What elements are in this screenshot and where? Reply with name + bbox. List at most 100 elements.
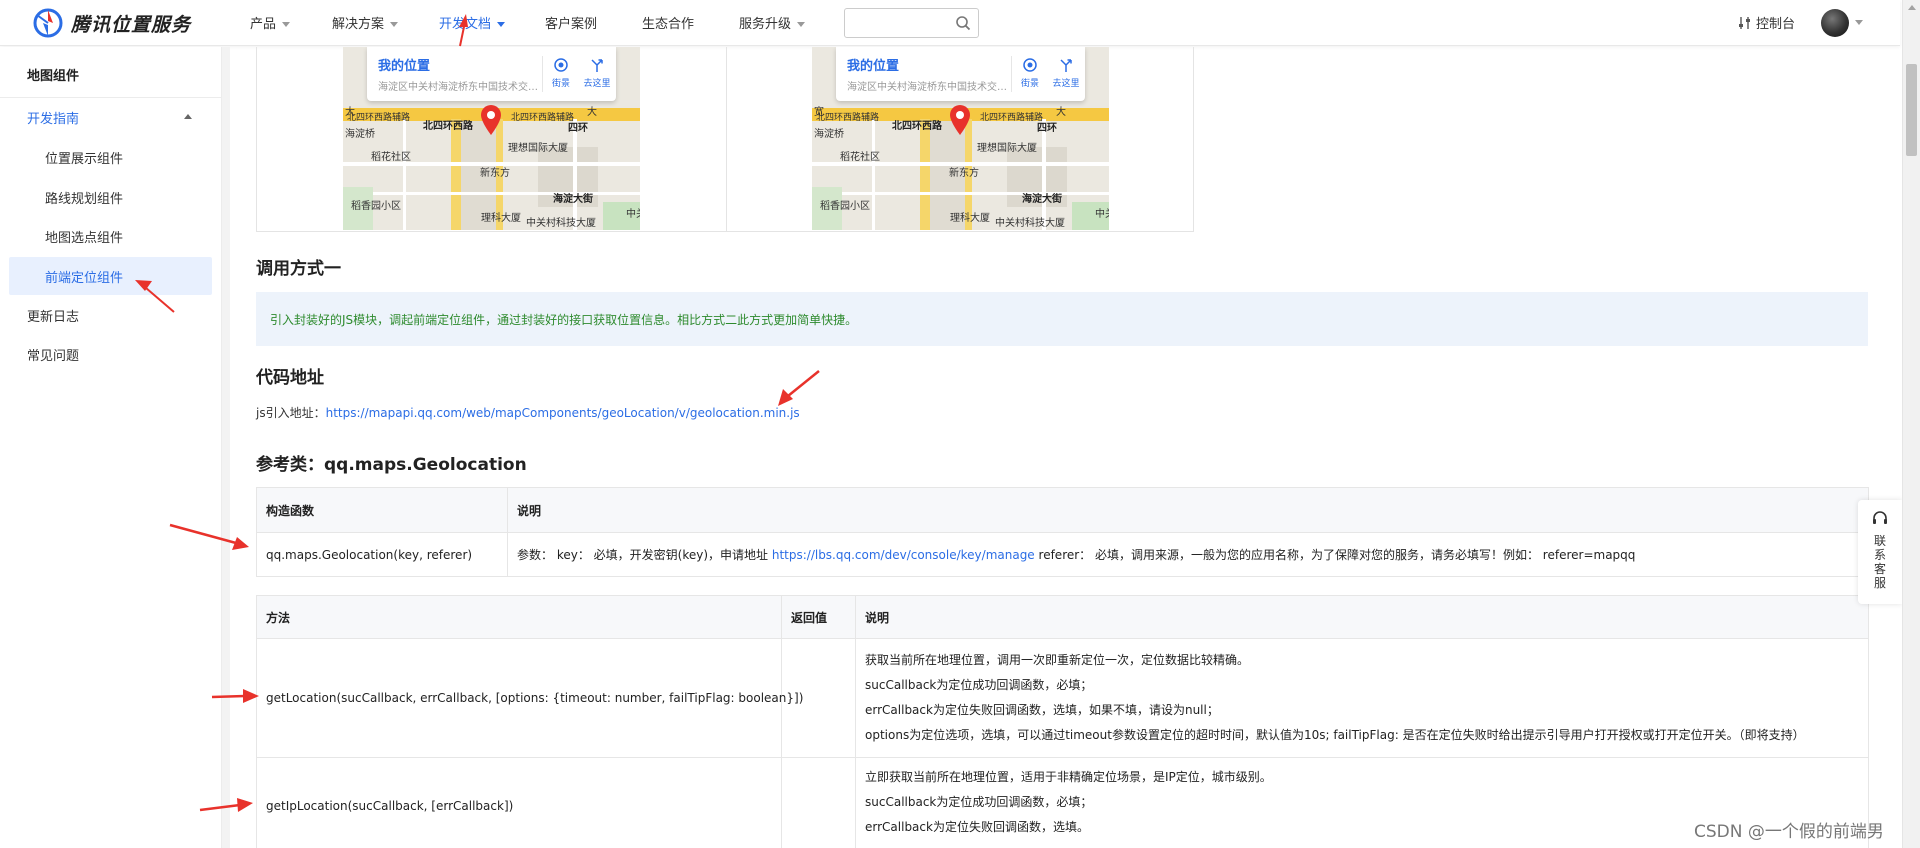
- sidebar-group-dev-guide[interactable]: 开发指南: [27, 108, 197, 127]
- brand-logo[interactable]: 腾讯位置服务: [32, 7, 191, 39]
- description-cell: 参数： key： 必填，开发密钥(key)，申请地址 https://lbs.q…: [507, 532, 1869, 577]
- sidebar-item-faq[interactable]: 常见问题: [27, 345, 79, 364]
- route-icon: [1060, 59, 1072, 72]
- page-scrollbar[interactable]: [1902, 0, 1920, 848]
- map-label: 海淀桥: [814, 129, 844, 140]
- desc-line: errCallback为定位失败回调函数，选填，如果不填，请设为null；: [865, 703, 1219, 717]
- console-link[interactable]: 控制台: [1738, 13, 1795, 32]
- sidebar-item-map-picker[interactable]: 地图选点组件: [45, 227, 123, 246]
- go-here-button[interactable]: 去这里: [1050, 57, 1082, 89]
- table-header-row: 构造函数 说明: [256, 487, 1869, 533]
- street-view-button[interactable]: 街景: [545, 57, 577, 89]
- method-cell: getIpLocation(sucCallback, [errCallback]…: [256, 757, 782, 848]
- button-label: 去这里: [583, 79, 611, 89]
- sliders-icon: [1739, 16, 1750, 29]
- search-box[interactable]: [844, 8, 979, 38]
- nav-label: 产品: [250, 17, 277, 32]
- button-label: 街景: [551, 79, 570, 89]
- methods-table: 方法 返回值 说明 getLocation(sucCallback, errCa…: [256, 595, 1869, 848]
- js-url-link[interactable]: https://mapapi.qq.com/web/mapComponents/…: [326, 406, 800, 420]
- nav-products[interactable]: 产品: [250, 13, 291, 32]
- button-label: 去这里: [1052, 79, 1080, 89]
- card-address: 海淀区中关村海淀桥东中国技术交易大厦: [847, 82, 1007, 93]
- column-header: 说明: [507, 487, 1869, 533]
- column-header: 返回值: [781, 595, 856, 639]
- desc-line: 获取当前所在地理位置，调用一次即重新定位一次，定位数据比较精确。: [865, 653, 1250, 667]
- map-label: 稻香园小区: [351, 201, 401, 212]
- map-label: 四环: [568, 123, 588, 134]
- section-heading-reference-class: 参考类：qq.maps.Geolocation: [256, 455, 527, 475]
- divider: [542, 56, 543, 92]
- csdn-watermark: CSDN @一个假的前端男: [1694, 822, 1884, 842]
- customer-service-widget[interactable]: 联系客服: [1858, 500, 1902, 604]
- button-label: 街景: [1020, 79, 1039, 89]
- map-label: 海淀大街: [1022, 194, 1062, 205]
- nav-dev-docs[interactable]: 开发文档: [439, 13, 506, 32]
- chevron-up-icon: [184, 114, 192, 119]
- divider: [1011, 56, 1012, 92]
- info-notice: 引入封装好的JS模块，调起前端定位组件，通过封装好的接口获取位置信息。相比方式二…: [256, 292, 1868, 346]
- map-label: 理科大厦: [481, 213, 521, 224]
- table-row: getLocation(sucCallback, errCallback, [o…: [256, 638, 1869, 758]
- map-label: 稻花社区: [371, 152, 411, 163]
- desc-text: referer： 必填，调用来源，一般为您的应用名称，为了保障对您的服务，请务必…: [1038, 548, 1636, 562]
- go-here-button[interactable]: 去这里: [581, 57, 613, 89]
- nav-label: 解决方案: [332, 17, 385, 32]
- target-icon: [1023, 58, 1037, 72]
- column-header: 说明: [855, 595, 1869, 639]
- brand-name: 腾讯位置服务: [71, 13, 192, 36]
- compass-logo-icon: [33, 8, 63, 38]
- headset-icon: [1873, 511, 1887, 524]
- service-label: 联系客服: [1873, 534, 1886, 590]
- map-label: 新东方: [480, 168, 510, 179]
- method-cell: getLocation(sucCallback, errCallback, [o…: [256, 638, 803, 758]
- map-label: 大: [1056, 107, 1066, 118]
- sidebar-item-location-display[interactable]: 位置展示组件: [45, 148, 123, 167]
- search-input[interactable]: [853, 9, 953, 37]
- desc-line: sucCallback为定位成功回调函数，必填；: [865, 795, 1093, 809]
- map-label: 中关村科技大厦: [995, 218, 1065, 229]
- nav-label: 服务升级: [739, 17, 792, 32]
- chevron-down-icon: [797, 22, 806, 27]
- map-screenshot: 我的位置 海淀区中关村海淀桥东中国技术交易大厦 街景 去这里 大 大 北四环西路…: [343, 47, 640, 230]
- nav-solutions[interactable]: 解决方案: [332, 13, 399, 32]
- card-title: 我的位置: [847, 59, 900, 74]
- location-card: 我的位置 海淀区中关村海淀桥东中国技术交易大厦 街景 去这里: [836, 47, 1085, 101]
- map-label: 海淀大街: [553, 194, 593, 205]
- constructor-cell: qq.maps.Geolocation(key, referer): [256, 532, 508, 577]
- return-cell: [781, 757, 856, 848]
- nav-label: 开发文档: [439, 17, 492, 32]
- sidebar-group-label: 开发指南: [27, 112, 80, 127]
- sidebar-item-route-planning[interactable]: 路线规划组件: [45, 188, 123, 207]
- map-label: 中关村科技大厦: [526, 218, 596, 229]
- scrollbar-thumb[interactable]: [1906, 64, 1917, 156]
- nav-ecosystem[interactable]: 生态合作: [642, 13, 694, 32]
- map-label: 理想国际大厦: [977, 143, 1037, 154]
- search-icon[interactable]: [955, 15, 971, 31]
- main-content: 我的位置 海淀区中关村海淀桥东中国技术交易大厦 街景 去这里 大 大 北四环西路…: [256, 47, 1869, 848]
- key-manage-link[interactable]: https://lbs.qq.com/dev/console/key/manag…: [772, 548, 1035, 562]
- sidebar-item-changelog[interactable]: 更新日志: [27, 306, 79, 325]
- chevron-down-icon: [390, 22, 399, 27]
- map-label: 北四环西路: [423, 121, 473, 132]
- description-cell: 获取当前所在地理位置，调用一次即重新定位一次，定位数据比较精确。 sucCall…: [855, 638, 1869, 758]
- user-avatar[interactable]: [1821, 9, 1849, 37]
- chevron-down-icon[interactable]: [1855, 20, 1863, 25]
- sidebar-item-frontend-location[interactable]: 前端定位组件: [45, 267, 123, 286]
- demo-images-row: 我的位置 海淀区中关村海淀桥东中国技术交易大厦 街景 去这里 大 大 北四环西路…: [256, 47, 1194, 232]
- map-label: 稻花社区: [840, 152, 880, 163]
- divider: [726, 47, 727, 232]
- nav-cases[interactable]: 客户案例: [545, 13, 597, 32]
- scroll-up-arrow-icon[interactable]: [1908, 5, 1916, 10]
- column-header: 方法: [256, 595, 782, 639]
- map-label: 大: [587, 107, 597, 118]
- street-view-button[interactable]: 街景: [1014, 57, 1046, 89]
- nav-service-upgrade[interactable]: 服务升级: [739, 13, 806, 32]
- route-icon: [591, 59, 603, 72]
- map-label: 中关: [1095, 209, 1109, 220]
- location-card: 我的位置 海淀区中关村海淀桥东中国技术交易大厦 街景 去这里: [367, 47, 616, 101]
- divider: [0, 97, 222, 98]
- location-pin-icon: [481, 105, 501, 135]
- map-label: 北四环西路: [892, 121, 942, 132]
- map-screenshot: 我的位置 海淀区中关村海淀桥东中国技术交易大厦 街景 去这里 宽 大 北四环西路…: [812, 47, 1109, 230]
